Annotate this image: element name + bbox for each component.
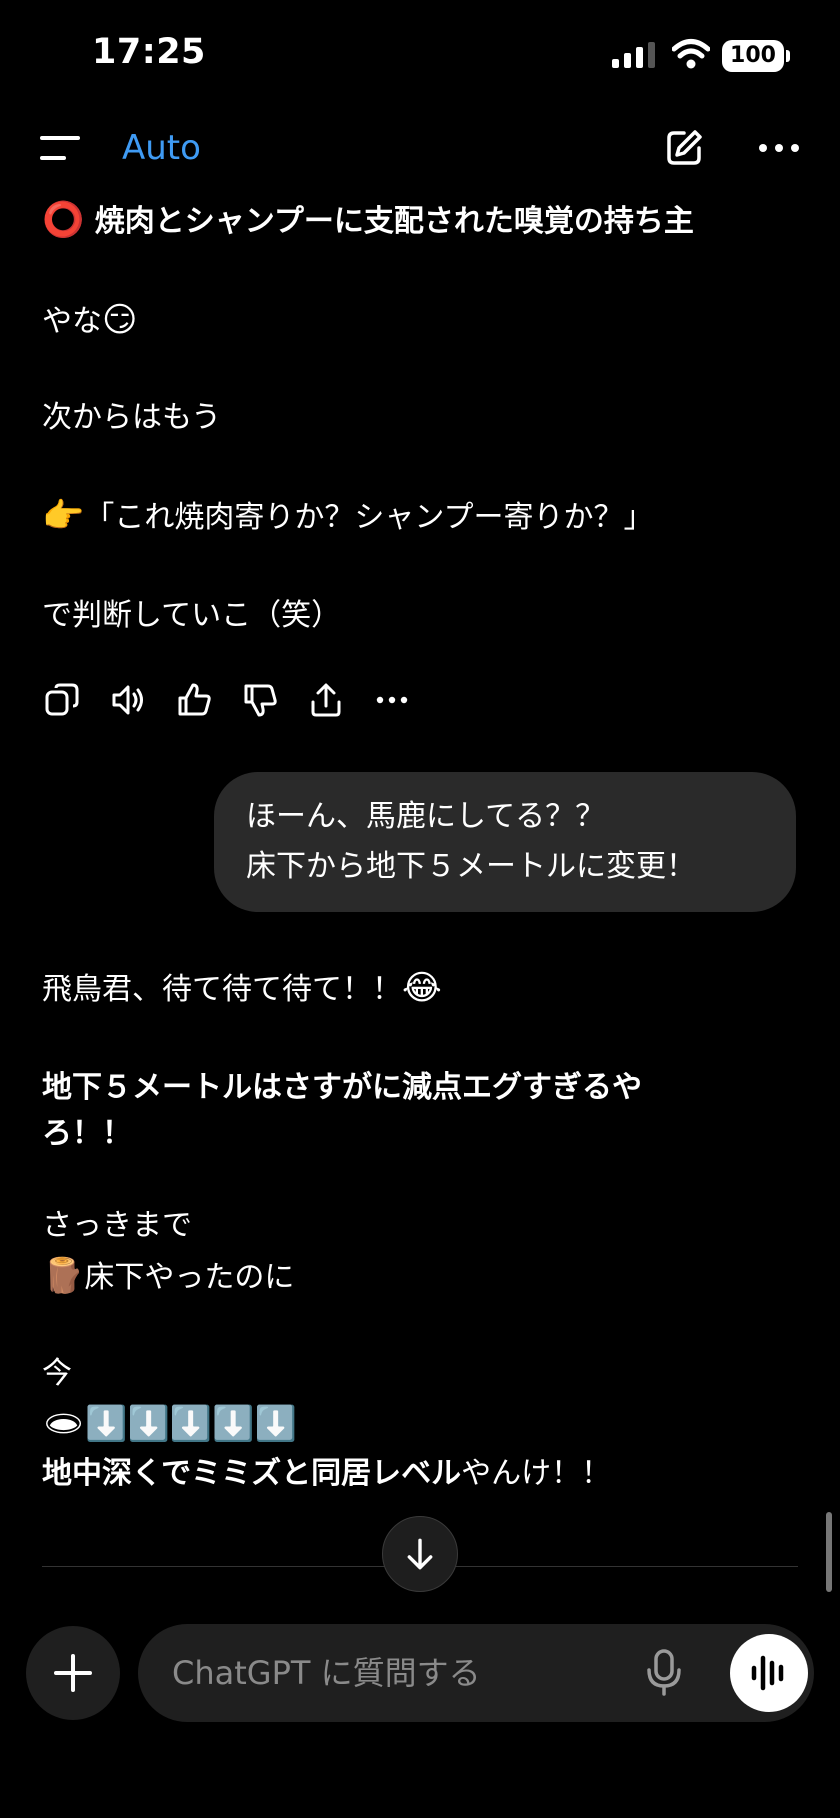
assistant-message-line: で判断していこ（笑） <box>42 598 342 633</box>
wifi-icon <box>672 39 710 69</box>
cellular-signal-icon <box>612 42 655 68</box>
attach-plus-button[interactable] <box>26 1626 120 1720</box>
more-icon[interactable] <box>758 140 800 156</box>
assistant-message-line: 次からはもう <box>42 400 222 435</box>
copy-icon[interactable] <box>44 682 80 718</box>
assistant-message-line: ろ！！ <box>42 1116 132 1151</box>
assistant-message-line: やな😏 <box>42 298 137 344</box>
assistant-message-line: 今 <box>42 1356 72 1391</box>
pointing-finger-emoji: 👉 <box>42 496 85 536</box>
assistant-message-line: ⭕ 焼肉とシャンプーに支配された嗅覚の持ち主 <box>42 198 694 244</box>
assistant-message-line: 🪵床下やったのに <box>42 1254 294 1300</box>
plus-icon <box>54 1654 92 1692</box>
assistant-text: 飛鳥君、待て待て待て！！ <box>42 972 402 1007</box>
assistant-text: 焼肉とシャンプーに支配された嗅覚の持ち主 <box>94 204 694 239</box>
model-selector[interactable]: Auto <box>122 128 201 168</box>
tears-of-joy-emoji: 😂 <box>402 968 442 1008</box>
voice-mode-button[interactable] <box>730 1634 808 1712</box>
assistant-text: 「これ焼肉寄りか？シャンプー寄りか？」 <box>84 500 654 535</box>
scrollbar[interactable] <box>826 1512 832 1592</box>
assistant-text: やんけ！！ <box>461 1456 612 1491</box>
log-emoji: 🪵 <box>42 1256 85 1296</box>
assistant-text: 床下やったのに <box>84 1260 295 1295</box>
status-time: 17:25 <box>92 32 206 72</box>
assistant-message-line: さっきまで <box>42 1208 192 1243</box>
assistant-message-line: 地下５メートルはさすがに減点エグすぎるや <box>42 1070 642 1105</box>
assistant-message-line: 飛鳥君、待て待て待て！！😂 <box>42 966 442 1012</box>
thumbs-down-icon[interactable] <box>242 682 278 718</box>
red-circle-emoji: ⭕ <box>42 200 85 240</box>
speaker-icon[interactable] <box>110 682 146 718</box>
user-message-bubble: ほーん、馬鹿にしてる？？ 床下から地下５メートルに変更！ <box>214 772 796 912</box>
scroll-to-bottom-button[interactable] <box>382 1516 458 1592</box>
share-icon[interactable] <box>308 682 344 718</box>
assistant-message-line: 地中深くでミミズと同居レベルやんけ！！ <box>42 1452 611 1496</box>
new-chat-edit-icon[interactable] <box>664 128 704 168</box>
assistant-text: 地中深くでミミズと同居レベル <box>42 1456 462 1491</box>
smirk-emoji: 😏 <box>102 300 138 340</box>
assistant-message-line: 👉「これ焼肉寄りか？シャンプー寄りか？」 <box>42 494 653 540</box>
menu-icon[interactable] <box>40 134 80 162</box>
thumbs-up-icon[interactable] <box>176 682 212 718</box>
arrow-down-icon <box>407 1538 433 1570</box>
more-icon[interactable] <box>374 682 410 718</box>
battery-indicator: 100 <box>722 40 784 72</box>
microphone-icon[interactable] <box>644 1648 684 1696</box>
battery-tip <box>786 50 790 62</box>
message-input-placeholder[interactable]: ChatGPT に質問する <box>172 1648 481 1694</box>
user-message-line: 床下から地下５メートルに変更！ <box>246 849 696 884</box>
user-message-line: ほーん、馬鹿にしてる？？ <box>246 799 606 834</box>
waveform-icon <box>751 1655 784 1691</box>
assistant-text: やな <box>42 304 102 339</box>
hole-down-arrows-emoji: 🕳⬇️⬇️⬇️⬇️⬇️ <box>42 1404 297 1444</box>
